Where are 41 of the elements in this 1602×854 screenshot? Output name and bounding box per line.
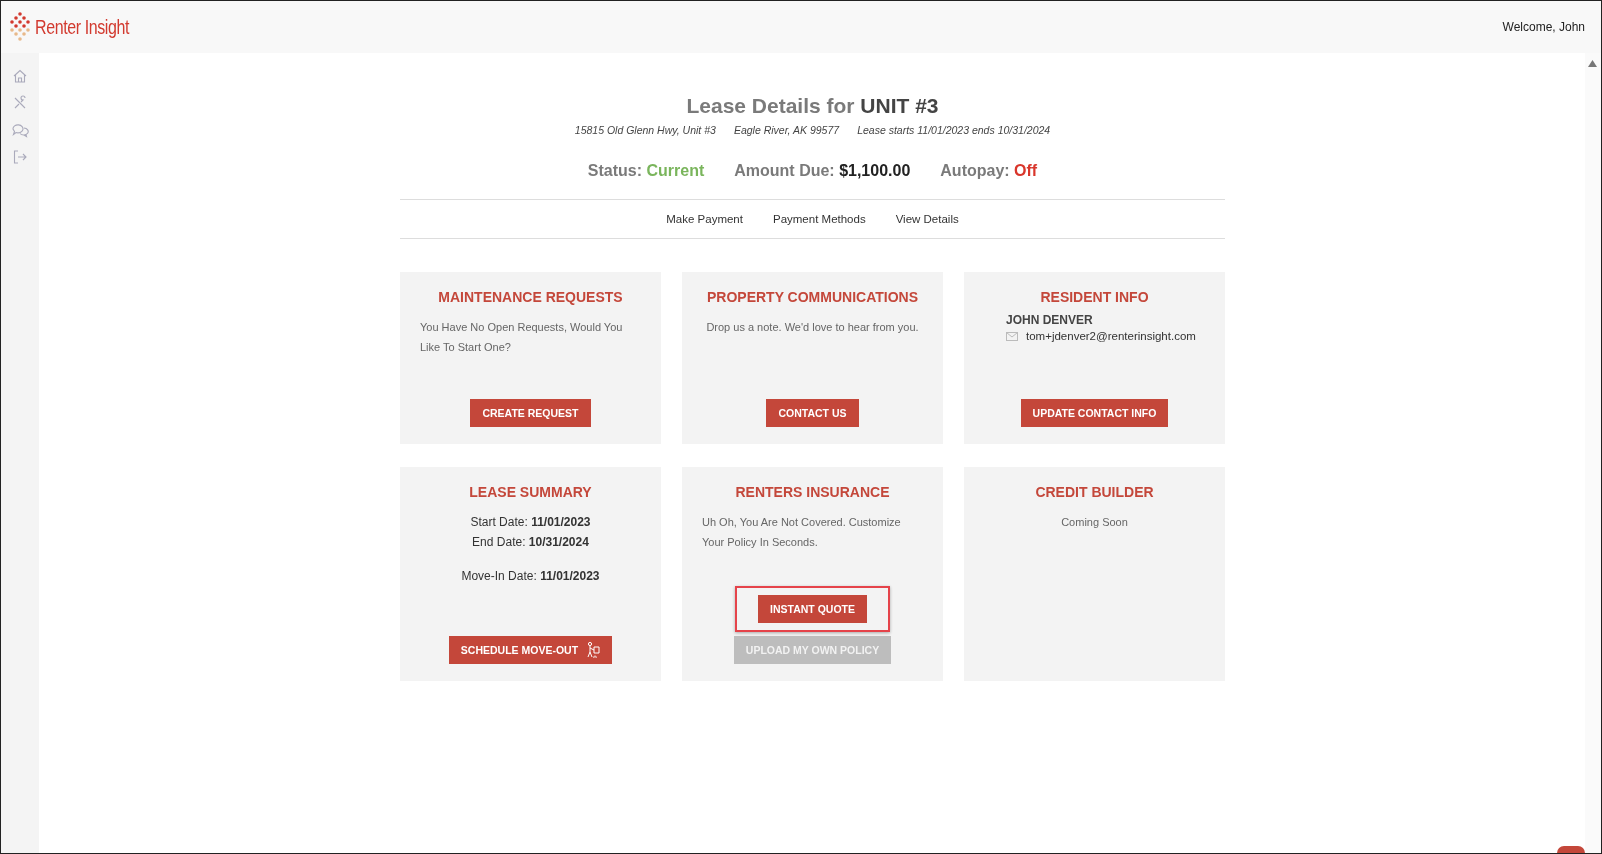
chat-icon[interactable] <box>11 122 29 138</box>
action-button[interactable]: CONTACT US <box>766 399 859 427</box>
nav-link[interactable]: Payment Methods <box>772 213 866 225</box>
card-title: MAINTENANCE REQUESTS <box>437 289 624 305</box>
logout-icon[interactable] <box>12 149 28 165</box>
resident-name: JOHN DENVER <box>1005 313 1094 327</box>
card-text: Coming Soon <box>1060 515 1129 530</box>
card-text: Uh Oh, You Are Not Covered. Customize Your Policy In Seconds. <box>702 515 902 550</box>
logo-text: Renter Insight <box>35 15 129 39</box>
lease-term-text: Lease starts 11/01/2023 ends 10/31/2024 <box>857 124 1051 136</box>
address-text: 15815 Old Glenn Hwy, Unit #3 <box>574 124 716 136</box>
nav-link[interactable]: View Details <box>895 213 959 225</box>
welcome-text: Welcome, John <box>1502 20 1585 34</box>
action-button[interactable]: CREATE REQUEST <box>470 399 591 427</box>
mail-icon <box>1006 331 1018 341</box>
home-icon[interactable] <box>12 68 28 84</box>
card-title: RESIDENT INFO <box>1039 289 1150 305</box>
summary-label: Amount Due: $1,100.00 <box>734 162 911 180</box>
summary-label: Status: Current <box>587 162 705 180</box>
nav-link[interactable]: Make Payment <box>666 213 743 225</box>
logo-icon <box>9 12 31 42</box>
page-title: Lease Details for UNIT #3 <box>685 94 940 118</box>
tools-icon[interactable] <box>12 95 28 111</box>
chat-button[interactable] <box>1557 846 1585 853</box>
card-title: LEASE SUMMARY <box>468 484 593 500</box>
action-button[interactable]: UPDATE CONTACT INFO <box>1020 399 1169 427</box>
card-text: You Have No Open Requests, Would You Like To Start One? <box>420 320 624 355</box>
mover-icon <box>586 642 601 658</box>
city-text: Eagle River, AK 99577 <box>733 124 840 136</box>
action-button[interactable]: SCHEDULE MOVE-OUT <box>448 636 613 664</box>
card-text: Drop us a note. We'd love to hear from you. <box>705 320 920 335</box>
card-title: PROPERTY COMMUNICATIONS <box>705 289 919 305</box>
summary-label: Autopay: Off <box>940 162 1038 180</box>
email-text: tom+jdenver2@renterinsight.com <box>1026 330 1196 342</box>
date-line: End Date: 10/31/2024 <box>471 534 590 551</box>
date-line: Move-In Date: 11/01/2023 <box>460 568 601 585</box>
card-title: RENTERS INSURANCE <box>734 484 891 500</box>
date-line: Start Date: 11/01/2023 <box>469 514 592 531</box>
scroll-up-icon[interactable] <box>1588 60 1597 67</box>
card-title: CREDIT BUILDER <box>1034 484 1155 500</box>
action-button[interactable]: INSTANT QUOTE <box>758 595 867 623</box>
